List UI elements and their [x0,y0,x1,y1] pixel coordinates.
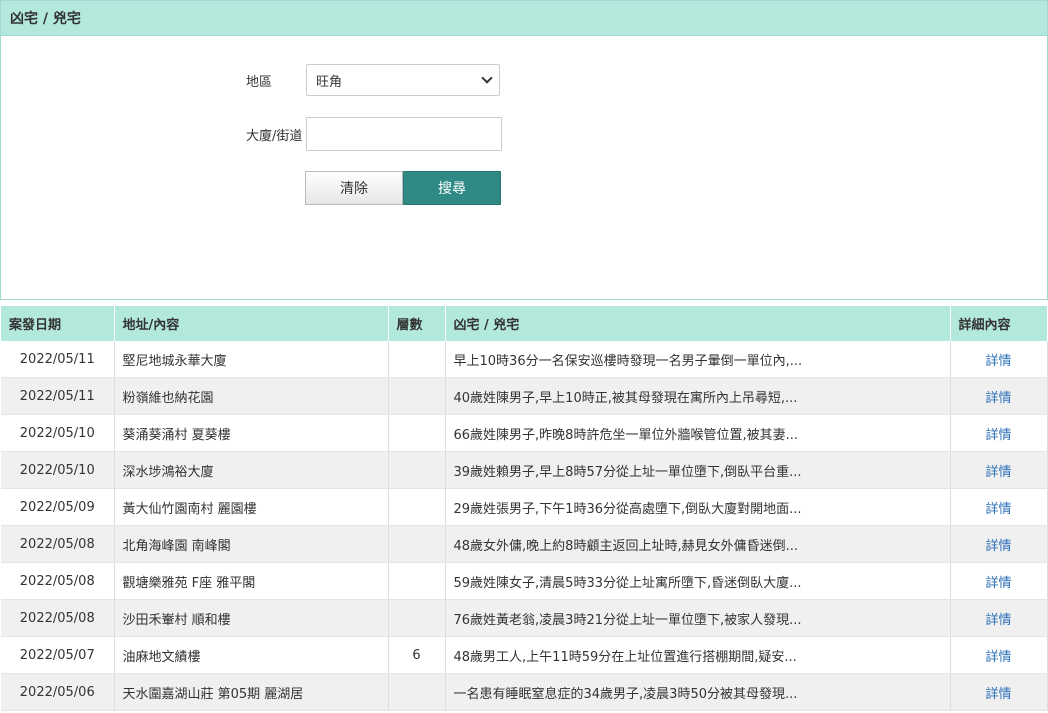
cell-date: 2022/05/08 [1,599,115,637]
cell-details: 詳情 [950,636,1048,674]
header-floor: 層數 [388,306,446,341]
details-link[interactable]: 詳情 [985,502,1011,517]
cell-address: 天水圍嘉湖山莊 第05期 麗湖居 [114,673,389,711]
search-panel: 凶宅 / 兇宅 地區 旺角 大廈/街道 清除 搜尋 [0,0,1048,300]
district-select[interactable]: 旺角 [306,64,500,96]
cell-details: 詳情 [950,377,1048,415]
details-link[interactable]: 詳情 [985,576,1011,591]
cell-details: 詳情 [950,525,1048,563]
cell-floor [388,525,446,563]
cell-address: 油麻地文績樓 [114,636,389,674]
table-header-row: 案發日期 地址/內容 層數 凶宅 / 兇宅 詳細內容 [1,306,1048,341]
cell-address: 粉嶺維也納花園 [114,377,389,415]
cell-date: 2022/05/08 [1,525,115,563]
header-content: 凶宅 / 兇宅 [445,306,951,341]
cell-content: 59歲姓陳女子,清晨5時33分從上址寓所墮下,昏迷倒臥大廈... [445,562,951,600]
cell-date: 2022/05/11 [1,341,115,378]
cell-floor: 6 [388,636,446,674]
cell-content: 39歲姓賴男子,早上8時57分從上址一單位墮下,倒臥平台重... [445,451,951,489]
details-link[interactable]: 詳情 [985,391,1011,406]
cell-details: 詳情 [950,673,1048,711]
cell-address: 深水埗鴻裕大廈 [114,451,389,489]
header-date: 案發日期 [1,306,115,341]
cell-date: 2022/05/11 [1,377,115,415]
cell-details: 詳情 [950,599,1048,637]
cell-date: 2022/05/06 [1,673,115,711]
details-link[interactable]: 詳情 [985,650,1011,665]
cell-content: 29歲姓張男子,下午1時36分從高處墮下,倒臥大廈對開地面... [445,488,951,526]
table-row: 2022/05/10 葵涌葵涌村 夏葵樓 66歲姓陳男子,昨晚8時許危坐一單位外牆喉… [1,414,1048,452]
cell-details: 詳情 [950,451,1048,489]
chevron-down-icon [481,72,493,84]
table-row: 2022/05/08 沙田禾輋村 順和樓 76歲姓黃老翁,凌晨3時21分從上址一單位… [1,599,1048,637]
cell-details: 詳情 [950,341,1048,378]
cell-date: 2022/05/08 [1,562,115,600]
cell-details: 詳情 [950,414,1048,452]
cell-date: 2022/05/10 [1,414,115,452]
cell-content: 40歲姓陳男子,早上10時正,被其母發現在寓所內上吊尋短,... [445,377,951,415]
district-label: 地區 [246,74,273,90]
details-link[interactable]: 詳情 [985,465,1011,480]
table-row: 2022/05/09 黃大仙竹園南村 麗園樓 29歲姓張男子,下午1時36分從高處墮… [1,488,1048,526]
building-row: 大廈/街道 [246,117,502,151]
cell-content: 48歲女外傭,晚上約8時顧主返回上址時,赫見女外傭昏迷倒... [445,525,951,563]
table-row: 2022/05/08 北角海峰園 南峰閣 48歲女外傭,晚上約8時顧主返回上址時,赫… [1,525,1048,563]
cell-details: 詳情 [950,488,1048,526]
table-row: 2022/05/06 天水圍嘉湖山莊 第05期 麗湖居 一名患有睡眠窒息症的34歲男… [1,673,1048,711]
details-link[interactable]: 詳情 [985,428,1011,443]
details-link[interactable]: 詳情 [985,539,1011,554]
results-table: 案發日期 地址/內容 層數 凶宅 / 兇宅 詳細內容 2022/05/11 堅尼地… [1,306,1048,711]
clear-button[interactable]: 清除 [305,171,403,205]
cell-address: 黃大仙竹園南村 麗園樓 [114,488,389,526]
building-label: 大廈/街道 [246,128,303,144]
cell-details: 詳情 [950,562,1048,600]
district-row: 地區 旺角 [246,64,500,96]
cell-address: 沙田禾輋村 順和樓 [114,599,389,637]
table-row: 2022/05/11 粉嶺維也納花園 40歲姓陳男子,早上10時正,被其母發現在寓所… [1,377,1048,415]
details-link[interactable]: 詳情 [985,687,1011,702]
table-body: 2022/05/11 堅尼地城永華大廈 早上10時36分一名保安巡樓時發現一名男子暈… [1,341,1048,711]
table-row: 2022/05/08 觀塘樂雅苑 F座 雅平閣 59歲姓陳女子,清晨5時33分從上址… [1,562,1048,600]
district-select-value: 旺角 [316,74,343,90]
cell-date: 2022/05/07 [1,636,115,674]
header-details: 詳細內容 [950,306,1048,341]
table-row: 2022/05/10 深水埗鴻裕大廈 39歲姓賴男子,早上8時57分從上址一單位墮下… [1,451,1048,489]
details-link[interactable]: 詳情 [985,354,1011,369]
cell-content: 48歲男工人,上午11時59分在上址位置進行搭棚期間,疑安... [445,636,951,674]
cell-floor [388,599,446,637]
panel-title: 凶宅 / 兇宅 [1,1,1047,36]
cell-floor [388,414,446,452]
cell-address: 葵涌葵涌村 夏葵樓 [114,414,389,452]
cell-content: 76歲姓黃老翁,凌晨3時21分從上址一單位墮下,被家人發現... [445,599,951,637]
cell-address: 北角海峰園 南峰閣 [114,525,389,563]
cell-floor [388,488,446,526]
header-address: 地址/內容 [114,306,389,341]
table-row: 2022/05/07 油麻地文績樓 6 48歲男工人,上午11時59分在上址位置進行搭… [1,636,1048,674]
cell-content: 一名患有睡眠窒息症的34歲男子,凌晨3時50分被其母發現... [445,673,951,711]
cell-floor [388,341,446,378]
cell-floor [388,673,446,711]
cell-floor [388,377,446,415]
cell-content: 早上10時36分一名保安巡樓時發現一名男子暈倒一單位內,... [445,341,951,378]
table-row: 2022/05/11 堅尼地城永華大廈 早上10時36分一名保安巡樓時發現一名男子暈… [1,341,1048,378]
cell-floor [388,562,446,600]
building-input[interactable] [306,117,502,151]
details-link[interactable]: 詳情 [985,613,1011,628]
cell-address: 堅尼地城永華大廈 [114,341,389,378]
cell-date: 2022/05/09 [1,488,115,526]
search-button[interactable]: 搜尋 [403,171,501,205]
button-row: 清除 搜尋 [305,171,501,205]
cell-floor [388,451,446,489]
cell-address: 觀塘樂雅苑 F座 雅平閣 [114,562,389,600]
cell-date: 2022/05/10 [1,451,115,489]
cell-content: 66歲姓陳男子,昨晚8時許危坐一單位外牆喉管位置,被其妻... [445,414,951,452]
